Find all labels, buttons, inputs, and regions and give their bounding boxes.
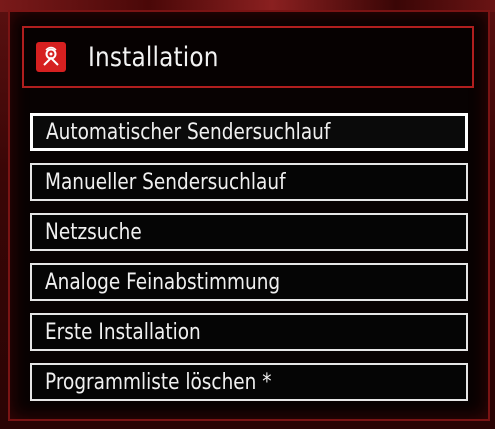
menu-item-analog-fine-tuning[interactable]: Analoge Feinabstimmung xyxy=(30,263,468,301)
menu-item-automatic-channel-search[interactable]: Automatischer Sendersuchlauf xyxy=(30,113,468,151)
menu-item-label: Netzsuche xyxy=(45,219,142,245)
menu-item-label: Analoge Feinabstimmung xyxy=(45,269,281,295)
installation-menu-list: Automatischer Sendersuchlauf Manueller S… xyxy=(30,113,468,413)
tv-screen-frame: Installation Automatischer Sendersuchlau… xyxy=(0,0,495,429)
page-title: Installation xyxy=(88,41,219,73)
menu-item-label: Erste Installation xyxy=(45,319,201,345)
menu-item-label: Automatischer Sendersuchlauf xyxy=(46,119,331,145)
menu-item-label: Programmliste löschen * xyxy=(45,369,272,395)
menu-header: Installation xyxy=(22,26,474,88)
installation-satellite-icon xyxy=(36,42,66,72)
menu-item-label: Manueller Sendersuchlauf xyxy=(45,169,286,195)
menu-item-clear-channel-list[interactable]: Programmliste löschen * xyxy=(30,363,468,401)
menu-item-manual-channel-search[interactable]: Manueller Sendersuchlauf xyxy=(30,163,468,201)
menu-item-network-search[interactable]: Netzsuche xyxy=(30,213,468,251)
menu-item-first-installation[interactable]: Erste Installation xyxy=(30,313,468,351)
